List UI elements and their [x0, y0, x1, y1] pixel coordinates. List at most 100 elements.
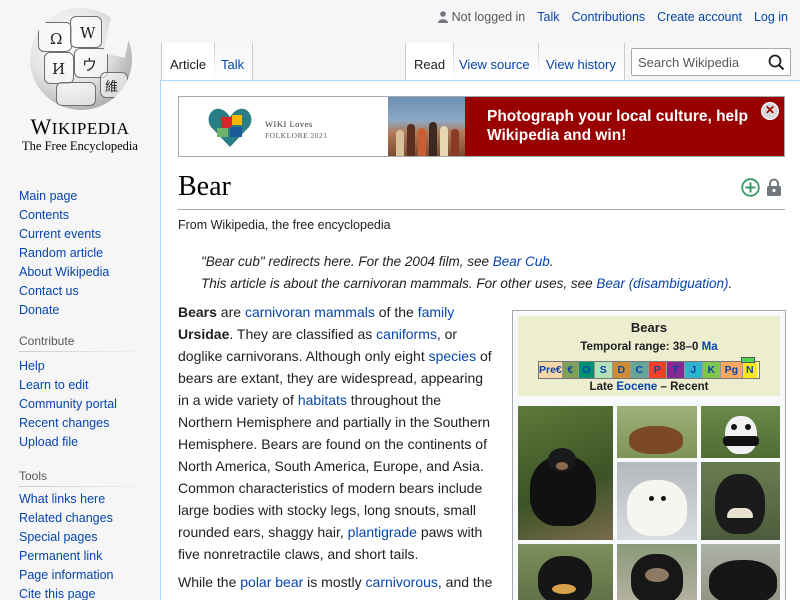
tab-view-source[interactable]: View source [451, 43, 539, 80]
sidebar-item-cite-this-page[interactable]: Cite this page [19, 585, 114, 600]
sidebar-item-about-wikipedia[interactable]: About Wikipedia [19, 263, 109, 282]
timeline-period-k[interactable]: K [702, 362, 721, 378]
user-contributions-link[interactable]: Contributions [572, 10, 646, 24]
tab-view-history[interactable]: View history [538, 43, 625, 80]
sidebar-item-what-links-here[interactable]: What links here [19, 490, 114, 509]
bear-photo[interactable] [701, 544, 780, 600]
sidebar-item-permanent-link[interactable]: Permanent link [19, 547, 114, 566]
infobox-header: Bears Temporal range: 38–0 Ma Pre€ € O S D C P… [518, 316, 780, 396]
timeline-period-pg[interactable]: Pg [720, 362, 743, 378]
sidebar-item-learn-to-edit[interactable]: Learn to edit [19, 376, 117, 395]
page-title: Bear [178, 171, 231, 202]
sidebar-separator [19, 351, 154, 352]
banner-message-line-2: Wikipedia and win! [487, 127, 627, 144]
timeline-period-[interactable]: € [562, 362, 579, 378]
user-icon [437, 11, 448, 23]
sidebar-tools: What links here Related changes Special pa… [19, 490, 114, 600]
sidebar-item-community-portal[interactable]: Community portal [19, 395, 117, 414]
timeline-period-d[interactable]: D [612, 362, 631, 378]
sidebar-navigation: Main page Contents Current events Random ar… [19, 187, 109, 320]
search-icon[interactable] [768, 54, 785, 71]
bear-photo[interactable] [518, 406, 613, 540]
user-talk-link[interactable]: Talk [537, 10, 559, 24]
personal-tools: Not logged in Talk Contributions Create … [437, 10, 788, 24]
sidebar-item-contact-us[interactable]: Contact us [19, 282, 109, 301]
sidebar-item-help[interactable]: Help [19, 357, 117, 376]
sidebar-item-page-information[interactable]: Page information [19, 566, 114, 585]
close-icon[interactable]: ✕ [761, 102, 779, 120]
page-indicators [741, 178, 782, 197]
sidebar-item-contents[interactable]: Contents [19, 206, 109, 225]
paragraph-text: is mostly [303, 574, 366, 590]
sidebar-item-current-events[interactable]: Current events [19, 225, 109, 244]
temporal-era: Late Eocene – Recent [589, 381, 709, 393]
paragraph-text: throughout the Northern Hemisphere and p… [178, 392, 491, 540]
sidebar-separator [19, 486, 154, 487]
hatnote: "Bear cub" redirects here. For the 2004 … [201, 254, 554, 269]
hatnote: This article is about the carnivoran mam… [201, 276, 733, 291]
timeline-period-p[interactable]: P [648, 362, 667, 378]
bear-photo[interactable] [617, 462, 697, 540]
timeline-period-n[interactable]: N [742, 362, 757, 378]
login-status: Not logged in [451, 10, 526, 24]
tab-talk[interactable]: Talk [213, 43, 254, 80]
lock-icon[interactable] [766, 178, 782, 197]
polar-bear-link[interactable]: polar bear [240, 574, 303, 590]
ma-link[interactable]: Ma [702, 341, 718, 353]
timeline-period-s[interactable]: S [594, 362, 613, 378]
carnivoran-mammals-link[interactable]: carnivoran mammals [245, 304, 375, 320]
carnivorous-link[interactable]: carnivorous [366, 574, 438, 590]
eocene-link[interactable]: Eocene [616, 381, 657, 393]
timeline-period-pre[interactable]: Pre€ [539, 362, 563, 378]
paragraph-text: are [216, 304, 245, 320]
bear-cub-film-link[interactable]: Bear Cub [493, 254, 550, 269]
geologic-timeline: Pre€ € O S D C P T J K Pg N [538, 361, 760, 379]
paragraph: While the polar bear is mostly carnivoro… [178, 571, 494, 593]
content-area: WIKI Loves FOLKLORE 2021 Photograph your… [160, 80, 800, 600]
bear-photo[interactable] [617, 544, 697, 600]
bear-photo-montage[interactable] [518, 406, 780, 600]
sidebar-item-upload-file[interactable]: Upload file [19, 433, 117, 452]
temporal-range: Temporal range: 38–0 Ma [580, 341, 718, 353]
sidebar-item-recent-changes[interactable]: Recent changes [19, 414, 117, 433]
sidebar-item-random-article[interactable]: Random article [19, 244, 109, 263]
campaign-title: WIKI Loves [265, 119, 313, 129]
sidebar-item-special-pages[interactable]: Special pages [19, 528, 114, 547]
wiki-loves-folklore-logo: WIKI Loves FOLKLORE 2021 [207, 103, 357, 151]
bear-photo[interactable] [701, 462, 780, 540]
search-input[interactable] [632, 54, 762, 70]
bold-term: Bears [178, 304, 217, 320]
infobox: Bears Temporal range: 38–0 Ma Pre€ € O S D C P… [512, 310, 786, 600]
timeline-range-marker [741, 357, 755, 363]
campaign-subtitle: FOLKLORE 2021 [265, 131, 328, 140]
bold-term: Ursidae [178, 326, 230, 342]
timeline-period-t[interactable]: T [666, 362, 685, 378]
tab-article[interactable]: Article [161, 43, 216, 80]
search-box[interactable] [631, 48, 791, 76]
caniforms-link[interactable]: caniforms [376, 326, 437, 342]
family-link[interactable]: family [418, 304, 455, 320]
create-account-link[interactable]: Create account [657, 10, 742, 24]
article-body: Bears are carnivoran mammals of the fami… [178, 301, 494, 599]
sidebar-item-donate[interactable]: Donate [19, 301, 109, 320]
timeline-period-o[interactable]: O [578, 362, 595, 378]
paragraph-text: , and the [437, 574, 493, 590]
species-link[interactable]: species [429, 348, 476, 364]
timeline-period-j[interactable]: J [684, 362, 703, 378]
title-divider [178, 209, 785, 210]
login-link[interactable]: Log in [754, 10, 788, 24]
add-icon[interactable] [741, 178, 760, 197]
bear-photo[interactable] [518, 544, 613, 600]
bear-photo[interactable] [617, 406, 697, 458]
sidebar-item-related-changes[interactable]: Related changes [19, 509, 114, 528]
sidebar-item-main-page[interactable]: Main page [19, 187, 109, 206]
plantigrade-link[interactable]: plantigrade [348, 524, 417, 540]
campaign-banner[interactable]: WIKI Loves FOLKLORE 2021 Photograph your… [178, 96, 785, 157]
disambiguation-link[interactable]: Bear (disambiguation) [596, 276, 728, 291]
tab-read[interactable]: Read [405, 43, 455, 80]
timeline-period-c[interactable]: C [630, 362, 649, 378]
sidebar-heading-tools: Tools [19, 469, 48, 483]
bear-photo[interactable] [701, 406, 780, 458]
habitats-link[interactable]: habitats [298, 392, 347, 408]
banner-message[interactable]: Photograph your local culture, help Wiki… [465, 97, 784, 156]
